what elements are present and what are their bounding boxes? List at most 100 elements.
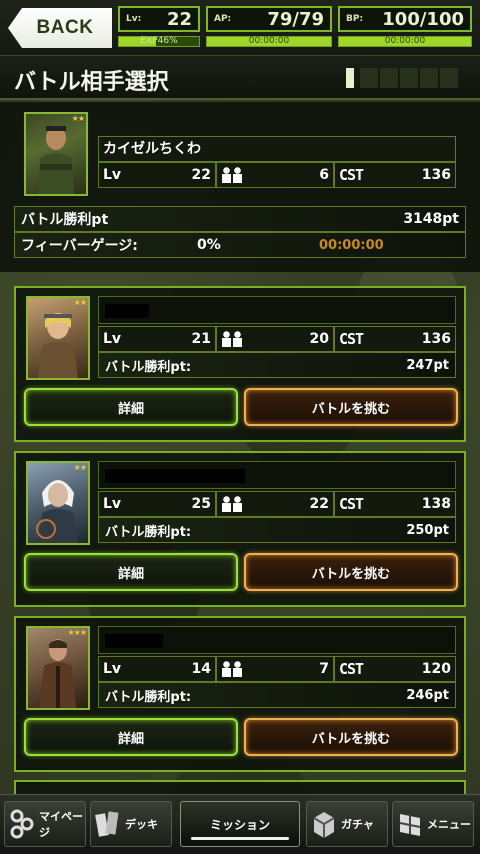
player-avatar: ★★ — [24, 112, 88, 196]
opponent-win-points-row: バトル勝利pt: 247pt — [98, 352, 456, 378]
bp-box: BP: 100/100 — [338, 6, 472, 32]
opponent-avatar: ★★ — [26, 296, 90, 380]
player-level: 22 — [191, 167, 211, 183]
detail-button[interactable]: 詳細 — [24, 388, 238, 426]
opponent-avatar: ★★ — [26, 461, 90, 545]
opponent-card: ★★ Lv 25 22 CST 138 バトル勝利pt: 250pt 詳細 バト… — [14, 451, 466, 607]
ap-value: 79/79 — [267, 8, 324, 30]
fever-timer: 00:00:00 — [319, 237, 384, 253]
opponent-stats: Lv 25 22 CST 138 — [98, 491, 456, 517]
nav-mypage-label: マイページ — [39, 810, 83, 839]
opponent-card: ★★ Lv 21 20 CST 136 バトル勝利pt: 247pt 詳細 バト… — [14, 286, 466, 442]
player-cost: 136 — [421, 167, 451, 183]
white-haired-portrait-icon — [36, 480, 78, 543]
menu-icon — [397, 808, 423, 840]
ap-timer: 00:00:00 — [248, 36, 290, 46]
fever-gauge-value: 0% — [197, 237, 221, 253]
members-icon — [221, 167, 243, 183]
player-level-cell: Lv 22 — [98, 162, 216, 188]
page-title: バトル相手選択 — [14, 70, 169, 95]
trenchcoat-soldier-portrait-icon — [40, 639, 76, 708]
level-box: Lv: 22 — [118, 6, 200, 32]
level-key: Lv — [103, 496, 122, 512]
opponent-win-points: 250pt — [406, 522, 449, 538]
back-button[interactable]: BACK — [8, 8, 112, 48]
level-label: Lv: — [126, 14, 142, 24]
bottom-navigation: マイページ デッキ ミッション ガチャ メニュー — [0, 794, 480, 854]
rarity-stars: ★★ — [73, 463, 87, 472]
opponent-members: 7 — [319, 661, 329, 677]
level-value: 22 — [166, 8, 192, 30]
ap-timer-bar: 00:00:00 — [206, 36, 332, 47]
opponent-avatar: ★★★ — [26, 626, 90, 710]
blonde-soldier-portrait-icon — [38, 313, 78, 378]
opponent-level-cell: Lv 14 — [98, 656, 216, 682]
player-members: 6 — [319, 167, 329, 183]
members-icon — [221, 496, 243, 512]
opponent-members: 20 — [309, 331, 329, 347]
player-name: カイゼルちくわ — [98, 136, 456, 162]
nav-gacha-label: ガチャ — [341, 818, 374, 831]
ap-label: AP: — [214, 14, 232, 24]
status-header: BACK Lv: 22 AP: 79/79 BP: 100/100 EXP46%… — [0, 0, 480, 56]
mypage-icon — [9, 808, 35, 840]
opponent-win-points: 247pt — [406, 357, 449, 373]
battle-challenge-button[interactable]: バトルを挑む — [244, 553, 458, 591]
members-icon — [221, 331, 243, 347]
nav-menu[interactable]: メニュー — [392, 801, 474, 847]
opponent-name-hidden — [98, 626, 456, 654]
opponent-members-cell: 20 — [216, 326, 334, 352]
nav-menu-label: メニュー — [427, 818, 471, 831]
bp-timer-bar: 00:00:00 — [338, 36, 472, 47]
nav-gacha[interactable]: ガチャ — [306, 801, 388, 847]
opponent-cost-cell: CST 120 — [334, 656, 456, 682]
opponent-name-hidden — [98, 461, 456, 489]
opponent-level: 14 — [191, 661, 211, 677]
level-key: Lv — [103, 661, 122, 677]
detail-button[interactable]: 詳細 — [24, 718, 238, 756]
win-points-row: バトル勝利pt 3148pt — [14, 206, 466, 232]
win-points-label: バトル勝利pt: — [105, 689, 192, 705]
rarity-stars: ★★ — [71, 114, 85, 123]
opponent-card: ★★★ Lv 14 7 CST 120 バトル勝利pt: 246pt 詳細 バト… — [14, 616, 466, 772]
detail-button[interactable]: 詳細 — [24, 553, 238, 591]
members-icon — [221, 661, 243, 677]
opponent-level: 21 — [191, 331, 211, 347]
fever-gauge-row: フィーバーゲージ: 0% 00:00:00 — [14, 232, 466, 258]
player-panel: ★★ カイゼルちくわ Lv 22 6 CST 136 バトル勝利pt 3148p… — [0, 102, 480, 272]
nav-mypage[interactable]: マイページ — [4, 801, 86, 847]
nav-deck[interactable]: デッキ — [90, 801, 172, 847]
battle-challenge-button[interactable]: バトルを挑む — [244, 388, 458, 426]
title-decoration — [346, 68, 458, 88]
ap-box: AP: 79/79 — [206, 6, 332, 32]
fever-gauge-label: フィーバーゲージ: — [21, 238, 138, 254]
opponent-level: 25 — [191, 496, 211, 512]
win-points-label: バトル勝利pt — [21, 212, 109, 228]
level-key: Lv — [103, 167, 122, 183]
player-stats: Lv 22 6 CST 136 — [98, 162, 456, 188]
opponent-members-cell: 7 — [216, 656, 334, 682]
cost-key: CST — [339, 330, 364, 348]
player-members-cell: 6 — [216, 162, 334, 188]
player-cost-cell: CST 136 — [334, 162, 456, 188]
cost-key: CST — [339, 660, 364, 678]
opponent-cost-cell: CST 138 — [334, 491, 456, 517]
bp-label: BP: — [346, 14, 364, 24]
rarity-stars: ★★ — [73, 298, 87, 307]
opponent-win-points-row: バトル勝利pt: 246pt — [98, 682, 456, 708]
opponent-members: 22 — [309, 496, 329, 512]
exp-label: EXP46% — [140, 36, 178, 46]
opponent-level-cell: Lv 25 — [98, 491, 216, 517]
nav-mission[interactable]: ミッション — [180, 801, 300, 847]
battle-challenge-button[interactable]: バトルを挑む — [244, 718, 458, 756]
opponent-stats: Lv 14 7 CST 120 — [98, 656, 456, 682]
opponent-stats: Lv 21 20 CST 136 — [98, 326, 456, 352]
nav-deck-label: デッキ — [125, 818, 158, 831]
opponent-cost-cell: CST 136 — [334, 326, 456, 352]
opponent-cost: 138 — [421, 496, 451, 512]
title-bar: バトル相手選択 — [0, 56, 480, 100]
bp-value: 100/100 — [382, 8, 464, 30]
level-key: Lv — [103, 331, 122, 347]
rarity-stars: ★★★ — [67, 628, 86, 637]
opponent-cost: 120 — [421, 661, 451, 677]
